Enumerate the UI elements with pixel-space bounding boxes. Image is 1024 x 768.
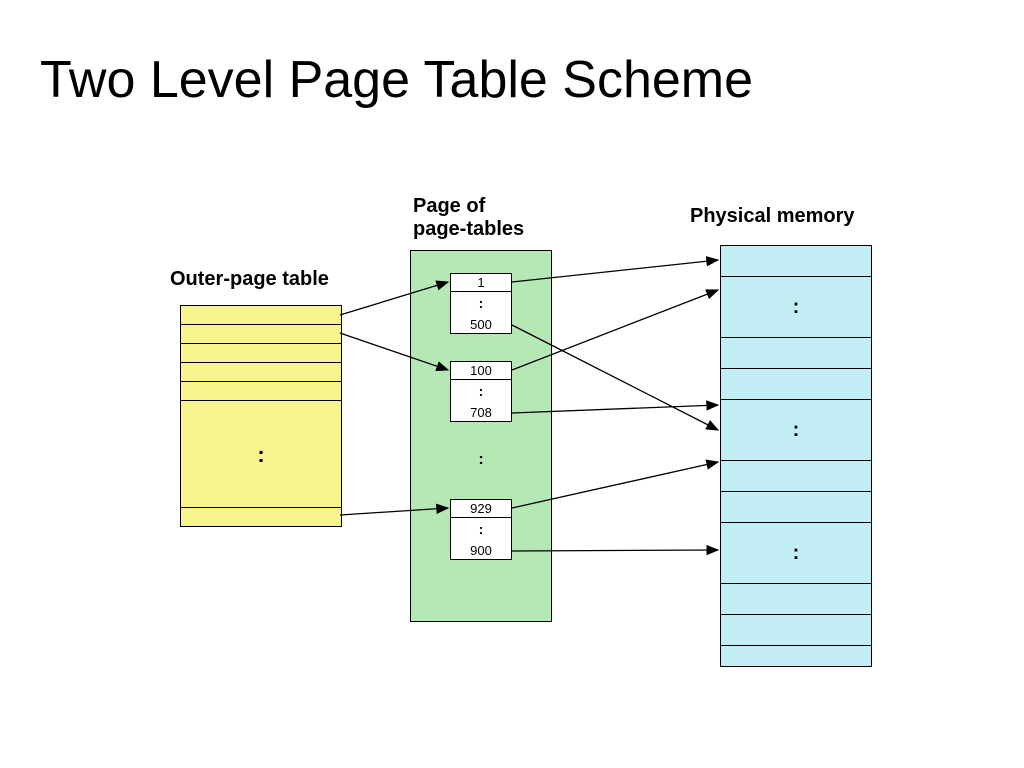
phys-row	[721, 338, 871, 369]
inner-page-table-3: 929 : 900	[450, 499, 512, 560]
inner-cell-value: 900	[451, 542, 511, 559]
inner-gap-ellipsis: :	[478, 456, 483, 464]
outer-row	[181, 382, 341, 401]
outer-row	[181, 325, 341, 344]
page-of-page-tables-block: 1 : 500 100 : 708 : 929 : 900	[410, 250, 552, 622]
outer-row	[181, 344, 341, 363]
inner-page-table-1: 1 : 500	[450, 273, 512, 334]
inner-cell-value: 1	[451, 274, 511, 292]
phys-ellipsis-row: :	[721, 523, 871, 584]
inner-cell-value: 100	[451, 362, 511, 380]
phys-ellipsis-row: :	[721, 400, 871, 461]
phys-row	[721, 246, 871, 277]
phys-row	[721, 492, 871, 523]
physical-memory-block: : : :	[720, 245, 872, 667]
inner-page-table-2: 100 : 708	[450, 361, 512, 422]
label-outer-page-table: Outer-page table	[170, 268, 329, 291]
phys-row	[721, 615, 871, 646]
inner-ellipsis: :	[451, 380, 511, 404]
slide-title: Two Level Page Table Scheme	[40, 50, 753, 110]
outer-row	[181, 507, 341, 526]
label-physical-memory: Physical memory	[690, 205, 855, 228]
outer-ellipsis: :	[181, 401, 341, 507]
phys-row	[721, 461, 871, 492]
phys-row	[721, 369, 871, 400]
inner-ellipsis: :	[451, 518, 511, 542]
outer-row	[181, 363, 341, 382]
phys-row	[721, 584, 871, 615]
phys-ellipsis-row: :	[721, 277, 871, 338]
inner-cell-value: 500	[451, 316, 511, 333]
outer-row	[181, 306, 341, 325]
label-page-of-page-tables: Page of page-tables	[413, 195, 524, 241]
phys-row	[721, 646, 871, 666]
inner-ellipsis: :	[451, 292, 511, 316]
inner-cell-value: 708	[451, 404, 511, 421]
inner-cell-value: 929	[451, 500, 511, 518]
outer-page-table: :	[180, 305, 342, 527]
